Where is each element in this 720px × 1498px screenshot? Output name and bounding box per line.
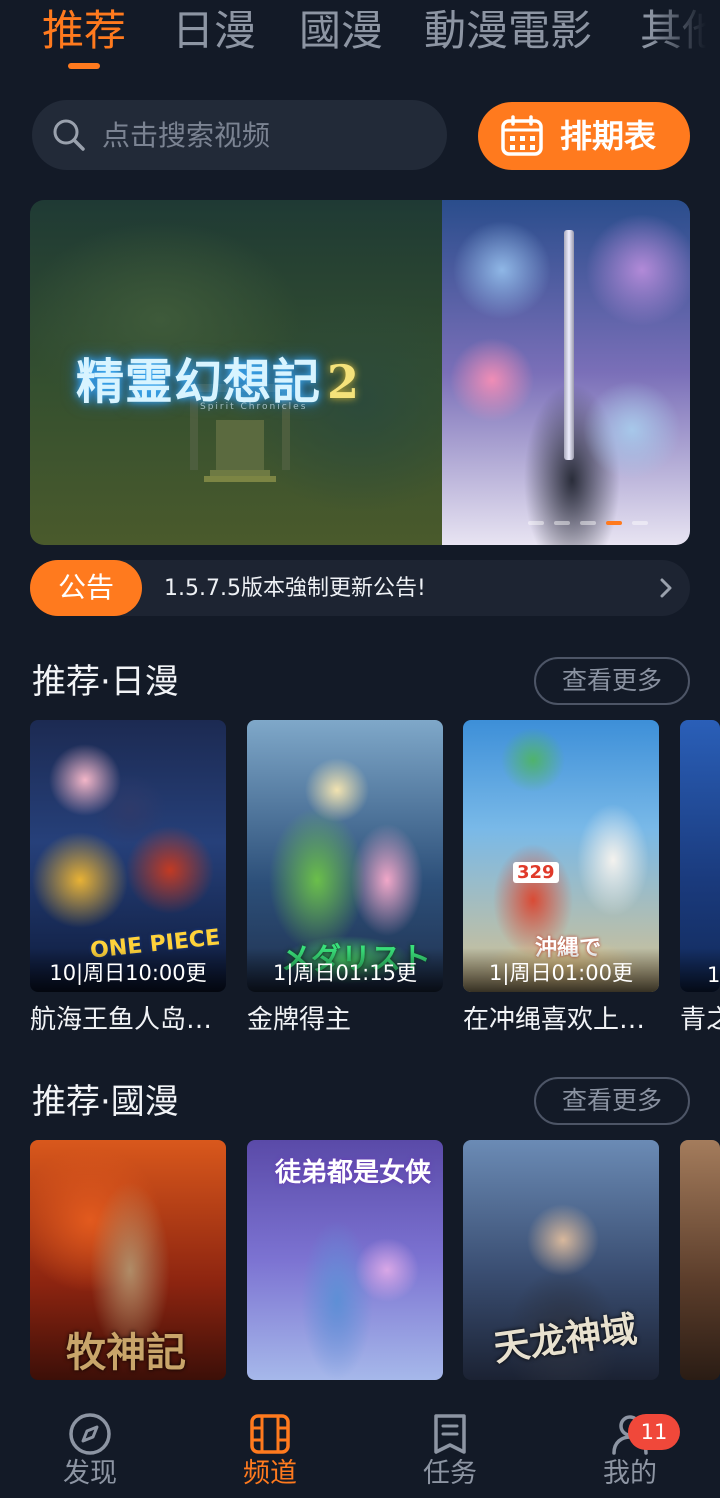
- banner-sword-illustration: [564, 230, 574, 460]
- anime-title[interactable]: 在冲绳喜欢上…: [463, 1003, 663, 1037]
- calendar-icon: [501, 115, 543, 156]
- nav-label: 任务: [423, 1458, 477, 1489]
- tab-anime-movie[interactable]: 動漫電影: [424, 6, 592, 56]
- anime-title[interactable]: 航海王鱼人岛…: [30, 1003, 230, 1037]
- poster-logo-text: 天龙神域: [491, 1308, 640, 1370]
- tab-chinese-anime[interactable]: 國漫: [299, 6, 383, 56]
- banner-dot: [528, 521, 544, 525]
- search-bar[interactable]: [32, 100, 447, 170]
- notice-text: 1.5.7.5版本強制更新公告!: [164, 576, 426, 601]
- poster-logo-text: 徒弟都是女侠: [275, 1158, 432, 1188]
- section-title-japanese: 推荐·日漫: [32, 662, 179, 702]
- view-more-button[interactable]: 查看更多: [534, 657, 690, 705]
- tab-recommend[interactable]: 推荐: [42, 6, 126, 56]
- search-icon: [53, 119, 85, 151]
- notice-badge: 公告: [30, 560, 142, 616]
- banner-slide-main[interactable]: 精霊幻想記 2 Spirit Chronicles: [30, 200, 442, 545]
- episode-label: 10|周日10:00更: [49, 961, 207, 985]
- film-icon: [250, 1414, 290, 1454]
- view-more-label: 查看更多: [561, 666, 662, 695]
- notice-badge-label: 公告: [57, 571, 114, 604]
- chevron-right-icon: [660, 578, 672, 598]
- anime-card-partial[interactable]: [680, 1140, 720, 1380]
- anime-card[interactable]: 徒弟都是女侠: [247, 1140, 443, 1380]
- nav-tasks[interactable]: 任务: [390, 1390, 510, 1498]
- banner-page-indicator: [520, 521, 660, 527]
- poster-number: 329: [513, 862, 559, 883]
- anime-card-partial[interactable]: 1: [680, 720, 720, 992]
- banner-dot: [554, 521, 570, 525]
- banner-dot: [580, 521, 596, 525]
- tab-fade-overlay: [650, 0, 720, 80]
- search-input[interactable]: [102, 100, 432, 170]
- episode-label: 1: [707, 963, 720, 987]
- notification-badge: 11: [628, 1414, 680, 1450]
- nav-label: 发现: [63, 1458, 117, 1489]
- schedule-button-label: 排期表: [560, 117, 657, 155]
- episode-label: 1|周日01:15更: [273, 961, 417, 985]
- anime-card[interactable]: 329 沖縄で 1|周日01:00更: [463, 720, 659, 992]
- banner-slide-next[interactable]: [442, 200, 690, 545]
- bottom-nav: 发现 频道 任务 我的: [0, 1390, 720, 1498]
- nav-channel[interactable]: 频道: [210, 1390, 330, 1498]
- top-tab-bar: 推荐 日漫 國漫 動漫電影 其他: [0, 0, 720, 80]
- task-icon: [434, 1414, 466, 1454]
- anime-title[interactable]: 青之: [680, 1003, 720, 1037]
- banner-title-number: 2: [327, 355, 361, 409]
- tab-japanese-anime[interactable]: 日漫: [172, 6, 256, 56]
- anime-card[interactable]: 牧神記: [30, 1140, 226, 1380]
- episode-label: 1|周日01:00更: [489, 961, 633, 985]
- nav-discover[interactable]: 发现: [30, 1390, 150, 1498]
- view-more-button[interactable]: 查看更多: [534, 1077, 690, 1125]
- section-title-chinese: 推荐·國漫: [32, 1082, 179, 1122]
- view-more-label: 查看更多: [561, 1086, 662, 1115]
- anime-card[interactable]: 天龙神域: [463, 1140, 659, 1380]
- anime-title[interactable]: 金牌得主: [247, 1003, 447, 1037]
- schedule-button[interactable]: 排期表: [478, 102, 690, 170]
- banner-dot: [632, 521, 648, 525]
- banner-dot-active: [606, 521, 622, 525]
- poster-logo-text: 牧神記: [66, 1329, 186, 1376]
- nav-label: 我的: [603, 1458, 657, 1489]
- anime-card[interactable]: ONE PIECE 10|周日10:00更: [30, 720, 226, 992]
- active-tab-indicator: [68, 63, 100, 69]
- anime-card[interactable]: メダリスト 1|周日01:15更: [247, 720, 443, 992]
- banner-subtitle: Spirit Chronicles: [200, 402, 308, 412]
- compass-icon: [69, 1413, 111, 1455]
- notice-bar[interactable]: 公告 1.5.7.5版本強制更新公告!: [30, 560, 690, 616]
- banner-carousel[interactable]: 精霊幻想記 2 Spirit Chronicles: [30, 200, 690, 545]
- nav-label: 频道: [243, 1458, 297, 1489]
